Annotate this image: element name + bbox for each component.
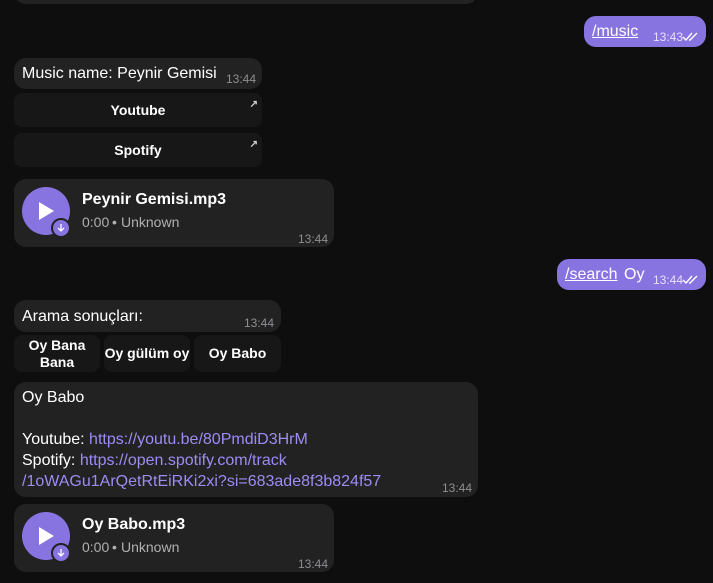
result-detail-message: Oy Babo Youtube: https://youtu.be/80Pmdi…: [14, 382, 478, 497]
outgoing-message-music[interactable]: /music 13:43: [584, 16, 706, 47]
external-link-icon: ↗: [249, 139, 258, 150]
message-time: 13:44: [244, 316, 275, 330]
spotify-link-continued[interactable]: /1oWAGu1ArQetRtEiRKi2xi?si=683ade8f3b824…: [22, 471, 381, 492]
message-time: 13:44: [442, 481, 473, 495]
youtube-button[interactable]: Youtube ↗: [14, 93, 262, 127]
button-label: Youtube: [110, 101, 166, 118]
download-button[interactable]: [51, 543, 71, 563]
message-time: 13:44: [298, 557, 329, 571]
command-link[interactable]: /search: [565, 264, 617, 285]
play-icon: [39, 202, 54, 220]
search-results-message: Arama sonuçları: 13:44: [14, 300, 281, 332]
double-check-icon: [682, 275, 698, 285]
external-link-icon: ↗: [249, 99, 258, 110]
double-check-icon: [682, 32, 698, 42]
spotify-button[interactable]: Spotify ↗: [14, 133, 262, 167]
button-label: Oy Bana Bana: [28, 336, 86, 370]
message-text: Arama sonuçları:: [22, 308, 143, 325]
outgoing-message-search[interactable]: /search Oy 13:44: [557, 259, 706, 290]
meta-separator: •: [112, 214, 117, 230]
message-time: 13:44: [298, 232, 329, 246]
previous-message-bubble: [14, 0, 478, 4]
audio-filename: Oy Babo.mp3: [82, 516, 186, 533]
spotify-label: Spotify:: [22, 452, 76, 469]
message-time: 13:44: [653, 273, 684, 287]
audio-filename: Peynir Gemisi.mp3: [82, 191, 227, 208]
command-argument: Oy: [624, 266, 645, 283]
button-label: Oy gülüm oy: [104, 345, 190, 361]
result-button-oy-bana-bana[interactable]: Oy Bana Bana: [14, 335, 100, 372]
button-label: Oy Babo: [208, 345, 267, 361]
audio-message: Peynir Gemisi.mp3 0:00 • Unknown 13:44: [14, 179, 334, 247]
result-button-oy-gulum-oy[interactable]: Oy gülüm oy: [104, 335, 190, 372]
audio-duration: 0:00: [82, 214, 110, 230]
meta-separator: •: [112, 539, 117, 555]
result-title: Oy Babo: [22, 389, 85, 406]
youtube-label: Youtube:: [22, 431, 85, 448]
message-time: 13:43: [653, 30, 684, 44]
download-button[interactable]: [51, 218, 71, 238]
audio-duration: 0:00: [82, 539, 110, 555]
audio-artist: Unknown: [121, 539, 180, 555]
download-arrow-icon: [57, 549, 65, 557]
audio-artist: Unknown: [121, 214, 180, 230]
music-name-message: Music name: Peynir Gemisi 13:44: [14, 58, 262, 89]
audio-message: Oy Babo.mp3 0:00 • Unknown 13:44: [14, 504, 334, 572]
youtube-link[interactable]: https://youtu.be/80PmdiD3HrM: [89, 431, 308, 448]
command-link[interactable]: /music: [592, 21, 638, 42]
youtube-line: Youtube: https://youtu.be/80PmdiD3HrM: [22, 429, 308, 450]
message-text: Music name: Peynir Gemisi: [22, 65, 217, 82]
button-label: Spotify: [114, 141, 162, 158]
spotify-link[interactable]: https://open.spotify.com/track: [80, 452, 287, 469]
download-arrow-icon: [57, 224, 65, 232]
play-icon: [39, 527, 54, 545]
result-button-oy-babo[interactable]: Oy Babo: [194, 335, 281, 372]
message-time: 13:44: [226, 72, 257, 86]
spotify-line: Spotify: https://open.spotify.com/track: [22, 450, 287, 471]
